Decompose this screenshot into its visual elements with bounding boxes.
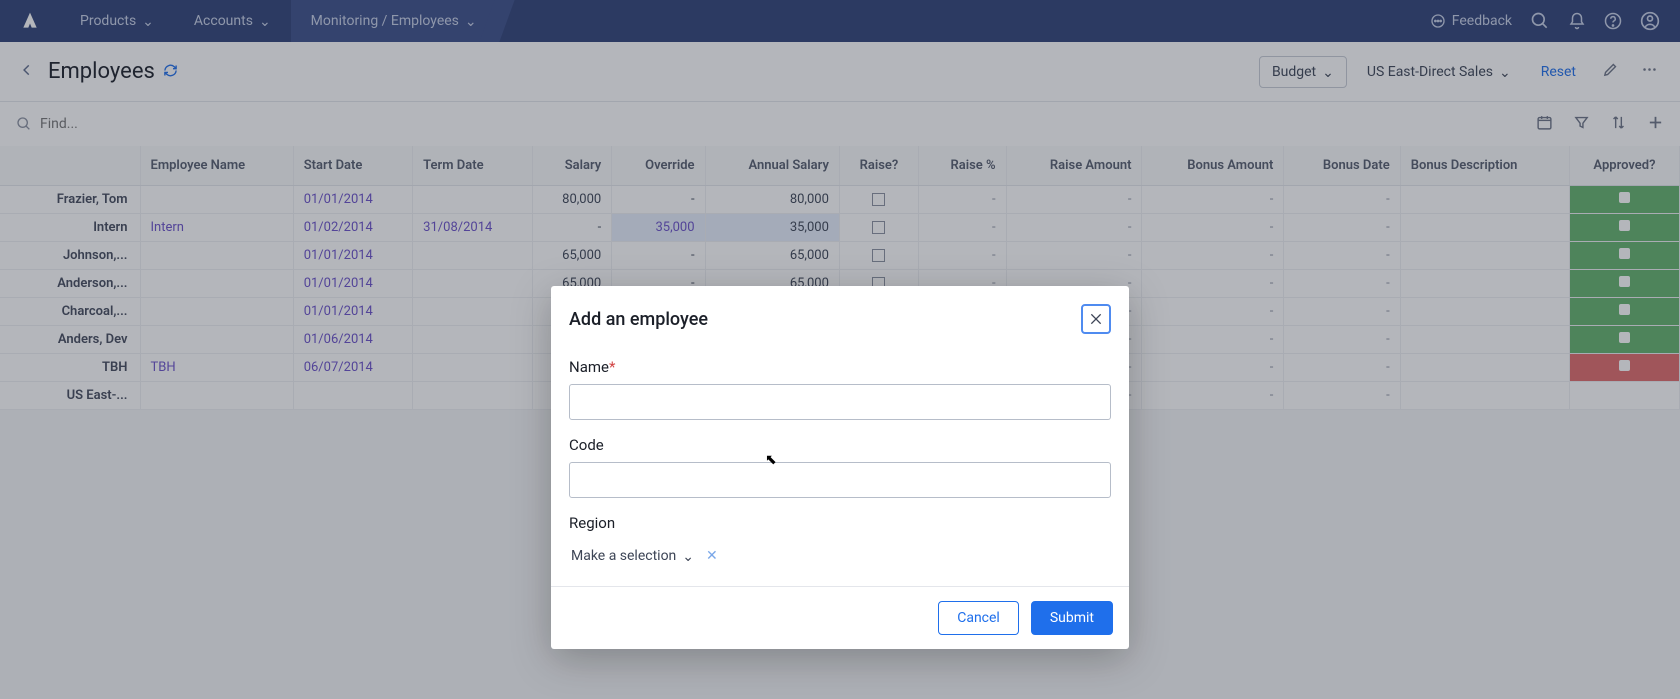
dialog-title: Add an employee [569,309,1081,330]
code-input[interactable] [569,462,1111,498]
code-label: Code [569,436,1111,454]
modal-overlay: Add an employee Name* Code Region Make a… [0,0,1680,699]
region-label: Region [569,514,1111,532]
chevron-down-icon: ⌄ [682,549,694,565]
close-icon [1088,311,1104,327]
close-button[interactable] [1081,304,1111,334]
region-clear-icon[interactable]: ✕ [706,548,718,564]
name-label: Name* [569,358,1111,376]
cancel-button[interactable]: Cancel [938,601,1019,635]
name-input[interactable] [569,384,1111,420]
add-employee-dialog: Add an employee Name* Code Region Make a… [551,286,1129,649]
region-select[interactable]: Make a selection ⌄ [569,544,696,568]
submit-button[interactable]: Submit [1031,601,1113,635]
region-placeholder: Make a selection [571,548,676,564]
